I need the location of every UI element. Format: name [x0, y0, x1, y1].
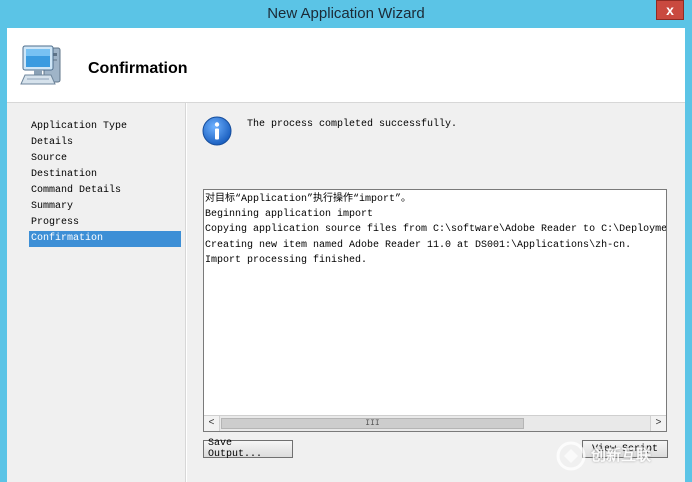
chevron-left-icon: < [208, 418, 215, 429]
log-line: Beginning application import [205, 209, 374, 221]
close-button[interactable]: x [656, 0, 684, 20]
step-label: Progress [31, 217, 80, 228]
step-progress[interactable]: Progress [29, 215, 181, 231]
log-lines: 对目标“Application”执行操作“import”。 Beginning … [205, 192, 667, 268]
step-label: Source [31, 153, 68, 164]
wizard-steps-sidebar: Application Type Details Source Destinat… [7, 103, 186, 482]
log-line: Copying application source files from C:… [205, 224, 667, 236]
confirmation-panel: The process completed successfully. 对目标“… [187, 103, 685, 482]
step-confirmation[interactable]: Confirmation [29, 231, 181, 247]
step-details[interactable]: Details [29, 135, 181, 151]
log-line: 对目标“Application”执行操作“import”。 [205, 194, 412, 205]
page-title: Confirmation [88, 60, 188, 77]
scroll-left-button[interactable]: < [204, 416, 220, 431]
step-source[interactable]: Source [29, 151, 181, 167]
log-line: Creating new item named Adobe Reader 11.… [205, 239, 632, 251]
wizard-header: Confirmation [7, 28, 685, 103]
title-bar: New Application Wizard x [0, 0, 692, 28]
log-line: Import processing finished. [205, 254, 368, 266]
step-label: Details [31, 137, 74, 148]
step-label: Command Details [31, 185, 122, 196]
close-icon: x [666, 2, 674, 18]
step-command-details[interactable]: Command Details [29, 183, 181, 199]
step-summary[interactable]: Summary [29, 199, 181, 215]
scrollbar-thumb[interactable]: III [221, 418, 524, 429]
watermark-text: 创新互联 [591, 447, 652, 464]
step-label: Summary [31, 201, 74, 212]
step-label: Confirmation [31, 233, 104, 244]
status-message: The process completed successfully. [247, 119, 458, 130]
step-application-type[interactable]: Application Type [29, 119, 181, 135]
grip-icon: III [365, 419, 380, 428]
wizard-frame: Confirmation Application Type Details So… [7, 28, 685, 482]
horizontal-scrollbar[interactable]: < III > [204, 415, 666, 431]
step-label: Destination [31, 169, 98, 180]
wizard-steps-list: Application Type Details Source Destinat… [29, 119, 181, 247]
save-output-button[interactable]: Save Output... [203, 438, 293, 460]
watermark-logo-icon [556, 441, 586, 471]
info-icon [202, 116, 232, 146]
window-title: New Application Wizard [267, 5, 425, 22]
computer-wizard-icon [20, 45, 61, 85]
watermark: 创新互联 [555, 440, 687, 472]
step-destination[interactable]: Destination [29, 167, 181, 183]
output-log[interactable]: 对目标“Application”执行操作“import”。 Beginning … [203, 189, 667, 432]
chevron-right-icon: > [655, 418, 662, 429]
scroll-right-button[interactable]: > [650, 416, 666, 431]
step-label: Application Type [31, 121, 128, 132]
